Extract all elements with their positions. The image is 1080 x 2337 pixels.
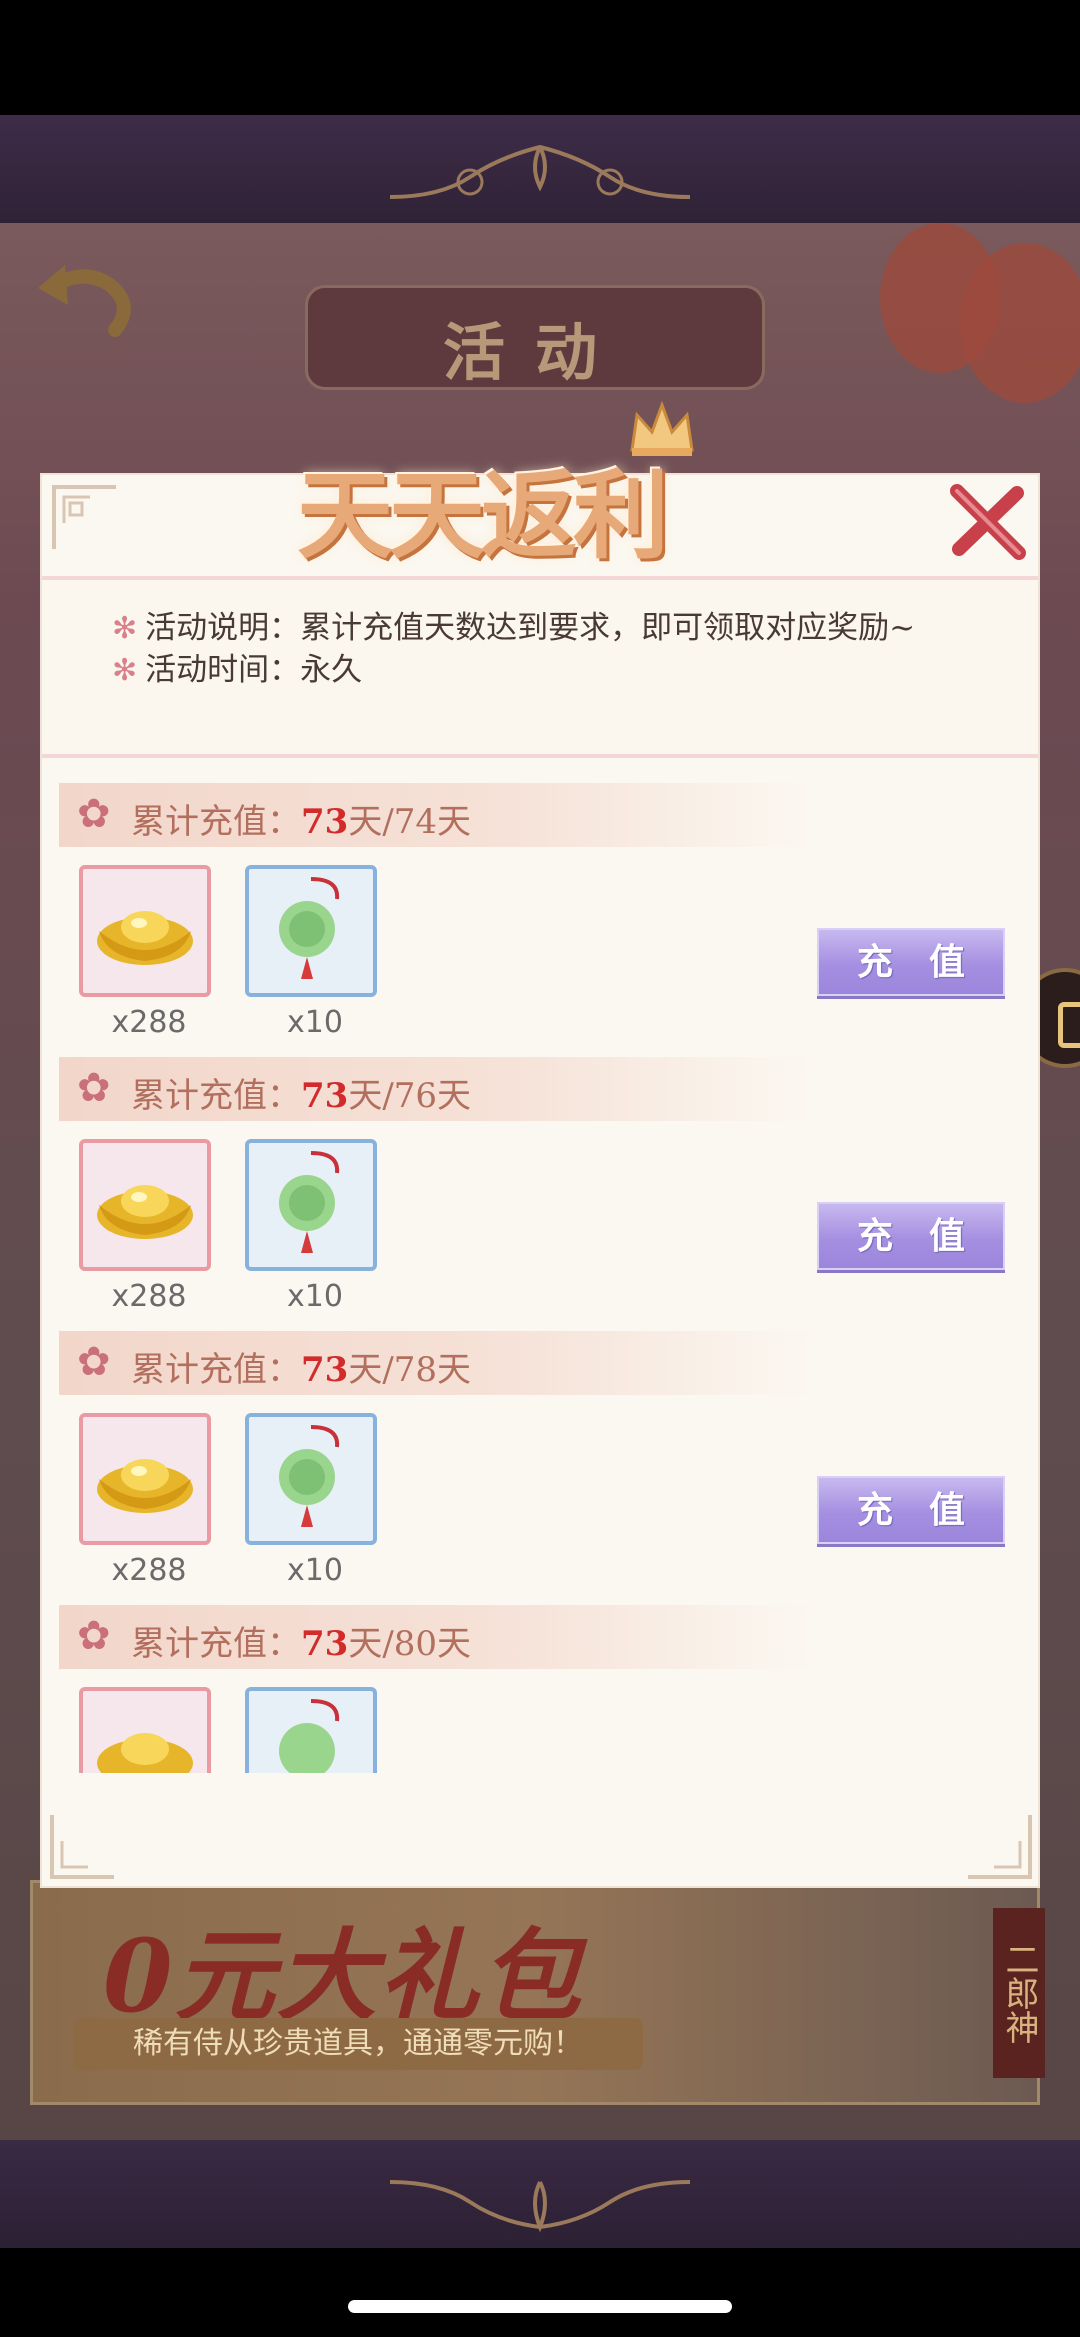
time-label: 活动时间： bbox=[145, 652, 301, 688]
corner-ornament-icon bbox=[52, 485, 116, 549]
promo-tag: 二郎神 bbox=[993, 1908, 1045, 2078]
section-label: 累计充值：73天/78天 bbox=[131, 1342, 471, 1391]
reward-section: ✿ 累计充值：73天/74天 x288 x10 充值 bbox=[42, 783, 1038, 1057]
bottom-ornament-band bbox=[0, 2140, 1080, 2248]
reward-item-charm[interactable] bbox=[245, 865, 377, 997]
back-arrow-icon[interactable] bbox=[20, 250, 150, 360]
rule-row: ✻ 活动说明：累计充值天数达到要求，即可领取对应奖励~ bbox=[112, 602, 915, 647]
section-current: 73 bbox=[301, 1076, 349, 1116]
reward-item-ingot[interactable] bbox=[79, 1139, 211, 1271]
gold-ingot-icon bbox=[97, 911, 193, 965]
flower-icon: ✿ bbox=[77, 1065, 111, 1111]
ornament-icon bbox=[389, 144, 691, 199]
reward-quantity: x10 bbox=[287, 1005, 343, 1040]
reward-item-ingot[interactable] bbox=[79, 865, 211, 997]
rule-label: 活动说明： bbox=[145, 610, 301, 646]
reward-section: ✿ 累计充值：73天/78天 x288 x10 充值 bbox=[42, 1331, 1038, 1605]
gold-ingot-icon bbox=[97, 1459, 193, 1513]
activity-description: ✻ 活动说明：累计充值天数达到要求，即可领取对应奖励~ ✻ 活动时间：永久 bbox=[42, 580, 1038, 758]
flower-icon: ✿ bbox=[77, 791, 111, 837]
section-header: ✿ 累计充值：73天/80天 bbox=[59, 1605, 814, 1669]
section-header: ✿ 累计充值：73天/78天 bbox=[59, 1331, 814, 1395]
section-label: 累计充值：73天/74天 bbox=[131, 794, 471, 843]
page-title-plate: 活动 bbox=[305, 285, 765, 390]
section-label-text: 累计充值： bbox=[131, 802, 301, 842]
section-label-text: 累计充值： bbox=[131, 1076, 301, 1116]
home-indicator[interactable] bbox=[348, 2300, 732, 2313]
gold-ingot-icon bbox=[97, 1733, 193, 1773]
rebate-modal: 天天返利 ✻ 活动说明：累计充值天数达到要求，即可领取对应奖励~ ✻ 活动时间：永久… bbox=[40, 400, 1040, 1888]
section-current: 73 bbox=[301, 1624, 349, 1664]
section-label-text: 累计充值： bbox=[131, 1350, 301, 1390]
section-label: 累计充值：73天/76天 bbox=[131, 1068, 471, 1117]
modal-title: 天天返利 bbox=[297, 459, 669, 572]
flower-icon: ✻ bbox=[112, 611, 138, 646]
recharge-button[interactable]: 充值 bbox=[817, 1476, 1005, 1544]
page-title: 活动 bbox=[442, 316, 627, 389]
recharge-button[interactable]: 充值 bbox=[817, 1202, 1005, 1270]
top-ornament-band bbox=[0, 115, 1080, 223]
reward-quantity: x10 bbox=[287, 1279, 343, 1314]
close-icon[interactable] bbox=[947, 483, 1032, 563]
gold-ingot-icon bbox=[97, 1185, 193, 1239]
jade-charm-icon bbox=[279, 1699, 340, 1773]
reward-list[interactable]: ✿ 累计充值：73天/74天 x288 x10 充值 ✿ 累计充值：73天/76… bbox=[42, 765, 1038, 1773]
jade-charm-icon bbox=[279, 877, 340, 979]
rule-text: 累计充值天数达到要求，即可领取对应奖励~ bbox=[300, 610, 916, 646]
reward-quantity: x288 bbox=[111, 1005, 187, 1040]
reward-section: ✿ 累计充值：73天/76天 x288 x10 充值 bbox=[42, 1057, 1038, 1331]
section-label-text: 累计充值： bbox=[131, 1624, 301, 1664]
reward-quantity: x288 bbox=[111, 1279, 187, 1314]
reward-quantity: x10 bbox=[287, 1553, 343, 1588]
section-target: 天/80天 bbox=[348, 1624, 472, 1664]
corner-ornament-icon bbox=[50, 1815, 114, 1879]
section-header: ✿ 累计充值：73天/76天 bbox=[59, 1057, 814, 1121]
reward-section: ✿ 累计充值：73天/80天 bbox=[42, 1605, 1038, 1773]
ornament-icon bbox=[389, 2180, 691, 2233]
reward-item-ingot[interactable] bbox=[79, 1413, 211, 1545]
flower-icon: ✿ bbox=[77, 1613, 111, 1659]
status-bar-area bbox=[0, 0, 1080, 115]
flower-icon: ✿ bbox=[77, 1339, 111, 1385]
promo-banner[interactable]: 0元大礼包 稀有侍从珍贵道具，通通零元购！ 二郎神 bbox=[30, 1880, 1045, 2105]
bottom-area bbox=[0, 2248, 1080, 2337]
section-target: 天/76天 bbox=[348, 1076, 472, 1116]
jade-charm-icon bbox=[279, 1151, 340, 1253]
reward-item-charm[interactable] bbox=[245, 1687, 377, 1773]
reward-item-ingot[interactable] bbox=[79, 1687, 211, 1773]
section-target: 天/74天 bbox=[348, 802, 472, 842]
modal-title-banner: 天天返利 bbox=[257, 400, 817, 572]
reward-quantity: x288 bbox=[111, 1553, 187, 1588]
corner-ornament-icon bbox=[968, 1815, 1032, 1879]
reward-item-charm[interactable] bbox=[245, 1139, 377, 1271]
section-header: ✿ 累计充值：73天/74天 bbox=[59, 783, 814, 847]
jade-charm-icon bbox=[279, 1425, 340, 1527]
time-row: ✻ 活动时间：永久 bbox=[112, 644, 362, 689]
promo-subtitle: 稀有侍从珍贵道具，通通零元购！ bbox=[73, 2018, 643, 2070]
section-label: 累计充值：73天/80天 bbox=[131, 1616, 471, 1665]
lantern-icon bbox=[960, 243, 1080, 403]
time-text: 永久 bbox=[300, 652, 363, 688]
recharge-button[interactable]: 充值 bbox=[817, 928, 1005, 996]
section-current: 73 bbox=[301, 1350, 349, 1390]
reward-item-charm[interactable] bbox=[245, 1413, 377, 1545]
flower-icon: ✻ bbox=[112, 653, 138, 688]
section-current: 73 bbox=[301, 802, 349, 842]
section-target: 天/78天 bbox=[348, 1350, 472, 1390]
